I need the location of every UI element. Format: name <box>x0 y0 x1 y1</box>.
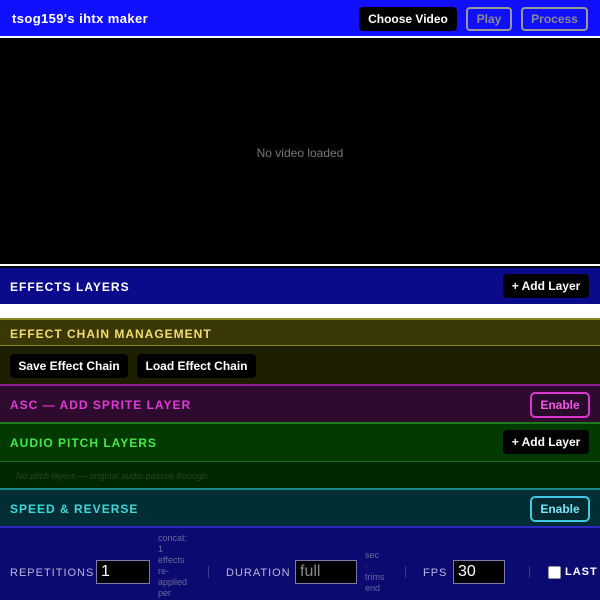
process-button[interactable]: Process <box>521 7 588 31</box>
effect-chain-section: EFFECT CHAIN MANAGEMENT Save Effect Chai… <box>0 318 600 384</box>
effects-layers-title: EFFECTS LAYERS <box>10 280 130 294</box>
choose-video-button[interactable]: Choose Video <box>359 7 457 31</box>
speed-enable-button[interactable]: Enable <box>530 496 590 522</box>
audio-pitch-section: AUDIO PITCH LAYERS + Add Layer No pitch … <box>0 422 600 488</box>
fps-input[interactable]: 30 <box>453 560 505 584</box>
asc-section: ASC — ADD SPRITE LAYER Enable <box>0 384 600 422</box>
speed-reverse-section: SPEED & REVERSE Enable <box>0 488 600 526</box>
fps-label: FPS <box>423 567 448 579</box>
last-frame-label: LAST F <box>565 566 600 578</box>
repetitions-input[interactable]: 1 <box>96 560 150 584</box>
play-button[interactable]: Play <box>466 7 512 31</box>
duration-note: sec · trims end <box>365 550 385 593</box>
pitch-empty-message: No pitch layers — original audio passes … <box>16 471 210 481</box>
app-title: tsog159's ihtx maker <box>12 11 149 26</box>
repetitions-label: REPETITIONS <box>10 567 95 579</box>
effects-layers-list <box>0 304 600 318</box>
speed-reverse-title: SPEED & REVERSE <box>10 502 139 516</box>
load-effect-chain-button[interactable]: Load Effect Chain <box>137 354 256 378</box>
save-effect-chain-button[interactable]: Save Effect Chain <box>10 354 128 378</box>
duration-label: DURATION <box>226 567 291 579</box>
video-preview: No video loaded <box>0 40 600 266</box>
audio-pitch-title: AUDIO PITCH LAYERS <box>10 436 157 450</box>
add-pitch-layer-button[interactable]: + Add Layer <box>503 430 589 454</box>
divider <box>208 566 209 578</box>
render-controls: REPETITIONS 1 concat: 1 effects re- appl… <box>0 526 600 600</box>
no-video-message: No video loaded <box>256 146 344 160</box>
divider <box>405 566 406 578</box>
add-effect-layer-button[interactable]: + Add Layer <box>503 274 589 298</box>
asc-title: ASC — ADD SPRITE LAYER <box>10 398 192 412</box>
divider <box>529 566 530 578</box>
repetitions-note: concat: 1 effects re- applied per <box>158 533 188 598</box>
effect-chain-title: EFFECT CHAIN MANAGEMENT <box>10 327 212 341</box>
top-bar: tsog159's ihtx maker Choose Video Play P… <box>0 0 600 38</box>
last-frame-checkbox[interactable] <box>548 566 561 579</box>
effects-layers-header: EFFECTS LAYERS + Add Layer <box>0 268 600 304</box>
effect-chain-header: EFFECT CHAIN MANAGEMENT <box>0 320 600 346</box>
duration-input[interactable]: full <box>295 560 357 584</box>
asc-enable-button[interactable]: Enable <box>530 392 590 418</box>
audio-pitch-header: AUDIO PITCH LAYERS + Add Layer <box>0 424 600 462</box>
